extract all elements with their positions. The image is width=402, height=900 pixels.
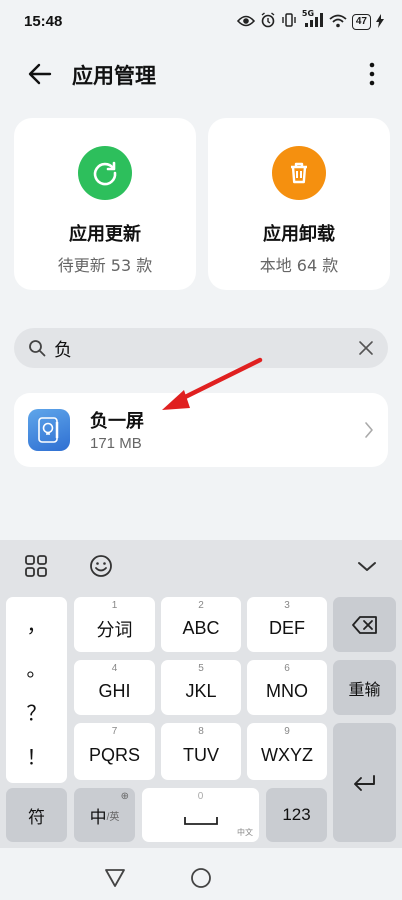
reenter-label: 重输	[348, 681, 381, 699]
more-vertical-icon	[369, 62, 375, 86]
backspace-key[interactable]	[333, 597, 396, 652]
key-7-num: 7	[111, 726, 118, 737]
key-4[interactable]: 4 GHI	[74, 660, 155, 715]
punctuation-column[interactable]: ， 。 ？ ！	[6, 597, 67, 783]
emoji-icon[interactable]	[89, 554, 113, 578]
battery-icon: 47	[351, 14, 371, 30]
status-time: 15:48	[24, 13, 63, 30]
language-switch-key[interactable]: ⊕ 中/英	[74, 788, 135, 842]
key-7[interactable]: 7 PQRS	[74, 723, 155, 780]
grid-icon[interactable]	[24, 554, 48, 578]
key-6-num: 6	[284, 663, 290, 674]
lang-main-label: 中	[89, 807, 107, 827]
key-8-label: TUV	[183, 745, 219, 765]
more-button[interactable]	[366, 60, 378, 88]
key-1-label: 分词	[96, 619, 133, 640]
wifi-icon	[329, 13, 347, 32]
key-5-label: JKL	[185, 681, 217, 701]
space-key[interactable]: 0 中文	[142, 788, 259, 842]
uninstall-card-title: 应用卸载	[263, 224, 335, 245]
app-icon	[28, 409, 70, 451]
number-label: 123	[282, 805, 311, 824]
key-6-label: MNO	[266, 681, 308, 701]
app-name: 负一屏	[90, 411, 144, 432]
alarm-icon	[260, 12, 276, 32]
uninstall-card-subtitle: 本地 64 款	[259, 256, 339, 275]
chevron-right-icon	[365, 422, 373, 438]
key-5-num: 5	[198, 663, 204, 674]
chevron-down-icon[interactable]	[355, 554, 379, 578]
symbol-label: 符	[28, 807, 45, 827]
key-3[interactable]: 3 DEF	[247, 597, 327, 652]
key-4-label: GHI	[98, 681, 131, 701]
number-key[interactable]: 123	[266, 788, 327, 842]
key-4-num: 4	[111, 663, 118, 674]
back-triangle-icon[interactable]	[104, 868, 126, 888]
signal-icon: 5G	[301, 9, 324, 32]
punct-period-key[interactable]: 。	[6, 653, 67, 682]
update-icon	[78, 146, 132, 200]
globe-icon: ⊕	[120, 791, 129, 802]
charging-icon	[376, 13, 384, 32]
search-query: 负	[54, 340, 72, 361]
app-size: 171 MB	[90, 435, 142, 452]
reenter-key[interactable]: 重输	[333, 660, 396, 715]
keyboard: ， 。 ？ ！ 1 分词 2 ABC 3 DEF 4 GHI 5 JKL 6 M…	[0, 540, 402, 848]
punct-question-key[interactable]: ？	[6, 697, 67, 726]
update-card-subtitle: 待更新 53 款	[57, 256, 153, 275]
space-num: 0	[197, 791, 204, 802]
key-8[interactable]: 8 TUV	[161, 723, 241, 780]
key-3-label: DEF	[269, 618, 305, 638]
punct-exclaim-key[interactable]: ！	[6, 741, 67, 770]
key-1-num: 1	[111, 600, 118, 611]
symbol-key[interactable]: 符	[6, 788, 67, 842]
navigation-bar	[0, 848, 402, 900]
lang-sub-label: /英	[106, 811, 120, 823]
key-2-label: ABC	[182, 618, 220, 638]
key-9-num: 9	[284, 726, 290, 737]
vibrate-icon	[281, 12, 297, 32]
key-9-label: WXYZ	[261, 745, 313, 765]
key-2-num: 2	[198, 600, 204, 611]
annotation-arrow-icon	[162, 357, 263, 410]
key-6[interactable]: 6 MNO	[247, 660, 327, 715]
update-card-title: 应用更新	[69, 224, 141, 245]
trash-icon	[272, 146, 326, 200]
page-title: 应用管理	[72, 64, 156, 88]
status-icons: 5G 47	[236, 9, 384, 32]
search-icon	[29, 340, 46, 357]
space-bar-icon	[183, 817, 218, 825]
home-circle-icon[interactable]	[190, 867, 212, 889]
key-1[interactable]: 1 分词	[74, 597, 155, 652]
key-5[interactable]: 5 JKL	[161, 660, 241, 715]
punct-comma-key[interactable]: ，	[6, 609, 67, 638]
key-7-label: PQRS	[88, 745, 140, 765]
space-hint: 中文	[237, 828, 253, 837]
enter-icon	[353, 774, 375, 791]
key-2[interactable]: 2 ABC	[161, 597, 241, 652]
enter-key[interactable]	[333, 723, 396, 842]
app-header: 应用管理	[0, 50, 402, 98]
app-update-card[interactable]: 应用更新 待更新 53 款	[14, 118, 196, 290]
arrow-left-icon	[28, 63, 52, 85]
app-uninstall-card[interactable]: 应用卸载 本地 64 款	[208, 118, 390, 290]
close-icon[interactable]	[358, 340, 374, 356]
key-3-num: 3	[284, 600, 290, 611]
back-button[interactable]	[26, 60, 54, 88]
network-type: 5G	[301, 9, 315, 18]
key-9[interactable]: 9 WXYZ	[247, 723, 327, 780]
key-8-num: 8	[198, 726, 204, 737]
keyboard-toolbar	[0, 540, 402, 592]
status-bar: 15:48 5G 47	[0, 0, 402, 44]
eye-icon	[236, 13, 255, 32]
backspace-icon	[351, 615, 377, 634]
